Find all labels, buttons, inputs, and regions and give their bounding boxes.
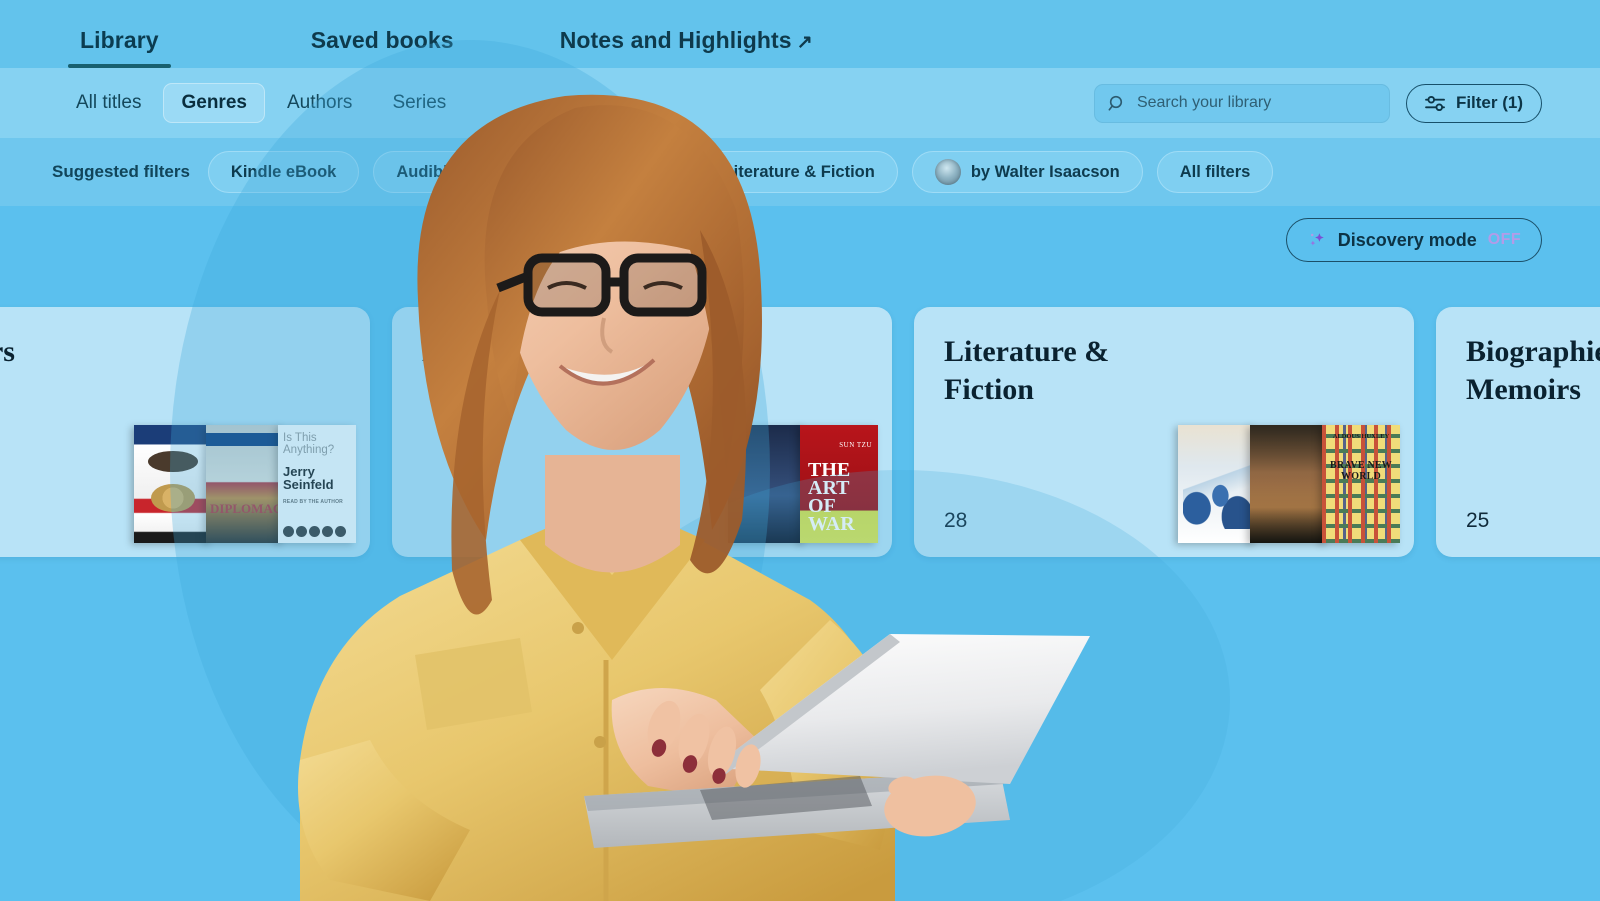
filter-chip-literature-and-fiction[interactable]: Literature & Fiction	[700, 151, 898, 193]
sliders-icon	[1425, 95, 1446, 112]
genre-card-memoirs[interactable]: Memoirs DIPLOMACY Is This Anything? Jerr…	[0, 307, 370, 557]
author-avatar	[934, 159, 961, 185]
kindle-library-page: Library Saved books Notes and Highlights…	[0, 0, 1600, 901]
genre-card-biographies-and-memoirs[interactable]: Biographies & Memoirs 25	[1436, 307, 1600, 557]
external-link-icon: ↗	[796, 32, 813, 53]
tab-library-label: Library	[80, 27, 159, 53]
sparkle-icon	[1307, 230, 1327, 250]
sub-navigation-bar: All titles Genres Authors Series Search …	[0, 68, 1600, 138]
sub-navigation-items: All titles Genres Authors Series	[58, 83, 464, 123]
subnav-label-genres: Genres	[181, 92, 247, 113]
book-cover-author: ALDOUS HUXLEY	[1332, 433, 1390, 440]
book-cover-title: THE ART OF WAR	[808, 459, 855, 535]
search-placeholder: Search your library	[1136, 94, 1272, 111]
filter-chip-audible[interactable]: Audible	[373, 151, 480, 193]
book-cover-title: DIPLOMACY	[210, 501, 284, 517]
subnav-actions: Search your library Filter (1)	[1093, 83, 1542, 123]
subnav-label-authors: Authors	[286, 92, 353, 113]
genre-card-business-and-money[interactable]: Business & Money SUN TZU THE ART OF WAR	[392, 307, 892, 557]
genre-card-covers: SUN TZU THE ART OF WAR	[728, 425, 878, 543]
genre-card-list: Memoirs DIPLOMACY Is This Anything? Jerr…	[0, 307, 1600, 557]
genre-card-title: Business & Money	[422, 335, 661, 368]
tab-saved-books-label: Saved books	[310, 27, 454, 53]
suggested-filters-bar: Suggested filters Kindle eBook Audible B…	[0, 138, 1600, 206]
book-cover-flag-portrait	[134, 425, 212, 543]
filter-chip-kindle-ebook[interactable]: Kindle eBook	[207, 151, 360, 193]
genre-card-count: 25	[1466, 509, 1490, 532]
book-cover-author: Jerry Seinfeld	[283, 464, 334, 493]
sidebar-item-genres[interactable]: Genres	[163, 83, 265, 123]
discovery-mode-state: OFF	[1487, 231, 1521, 248]
discovery-mode-toggle[interactable]: Discovery mode OFF	[1285, 218, 1542, 262]
filter-chip-label: All filters	[1179, 162, 1251, 181]
filter-button-label: Filter (1)	[1455, 93, 1523, 112]
filter-chip-business-and-money[interactable]: Business & Money	[493, 151, 687, 193]
sidebar-item-all-titles[interactable]: All titles	[58, 83, 159, 123]
genre-card-title: Memoirs	[0, 335, 15, 368]
filter-chip-label: by Walter Isaacson	[970, 162, 1120, 181]
discovery-mode-label: Discovery mode	[1337, 229, 1477, 250]
top-navigation-bar: Library Saved books Notes and Highlights…	[0, 0, 1600, 68]
book-cover-art-of-war: SUN TZU THE ART OF WAR	[800, 425, 878, 543]
book-cover-brave-new-world: ALDOUS HUXLEY BRAVE NEW WORLD	[1322, 425, 1400, 543]
book-cover-author: SUN TZU	[839, 441, 872, 449]
tab-notes-and-highlights-label: Notes and Highlights	[559, 27, 792, 53]
tab-library[interactable]: Library	[58, 27, 181, 68]
filter-button[interactable]: Filter (1)	[1405, 83, 1542, 123]
sidebar-item-series[interactable]: Series	[374, 83, 464, 123]
filter-chip-label: Business & Money	[516, 162, 664, 181]
genre-card-covers: DIPLOMACY Is This Anything? Jerry Seinfe…	[134, 425, 356, 543]
book-cover-walden	[1250, 425, 1328, 543]
book-cover-is-this-anything: Is This Anything? Jerry Seinfeld READ BY…	[278, 425, 356, 543]
genre-card-literature-and-fiction[interactable]: Literature & Fiction 28 ALDOUS HUXLEY BR…	[914, 307, 1414, 557]
filter-chip-label: Literature & Fiction	[723, 162, 875, 181]
genre-card-count: 28	[944, 509, 968, 532]
filter-chip-all-filters[interactable]: All filters	[1156, 151, 1274, 193]
search-input[interactable]: Search your library	[1093, 83, 1390, 123]
sidebar-item-authors[interactable]: Authors	[269, 83, 370, 123]
genre-card-title: Literature & Fiction	[944, 335, 1110, 407]
book-cover-narrator: READ BY THE AUTHOR	[283, 499, 343, 505]
tab-notes-and-highlights[interactable]: Notes and Highlights ↗	[538, 27, 835, 68]
discovery-mode-row: Discovery mode OFF	[0, 218, 1600, 266]
book-cover-title: Is This Anything?	[283, 432, 335, 457]
genre-card-covers: ALDOUS HUXLEY BRAVE NEW WORLD	[1178, 425, 1400, 543]
search-icon	[1108, 94, 1127, 113]
tab-saved-books[interactable]: Saved books	[289, 27, 476, 68]
genre-card-title: Biographies & Memoirs	[1466, 335, 1600, 407]
book-cover-dark-blue	[728, 425, 806, 543]
filter-chip-by-walter-isaacson[interactable]: by Walter Isaacson	[911, 151, 1143, 193]
subnav-label-series: Series	[392, 92, 447, 113]
subnav-label-all-titles: All titles	[76, 92, 142, 113]
suggested-filters-label: Suggested filters	[52, 162, 190, 181]
book-cover-diplomacy: DIPLOMACY	[206, 425, 284, 543]
book-cover-face-row	[283, 526, 346, 537]
book-cover-great-wave	[1178, 425, 1256, 543]
filter-chip-label: Audible	[396, 162, 457, 181]
filter-chip-label: Kindle eBook	[230, 162, 337, 181]
book-cover-title: BRAVE NEW WORLD	[1330, 460, 1392, 482]
